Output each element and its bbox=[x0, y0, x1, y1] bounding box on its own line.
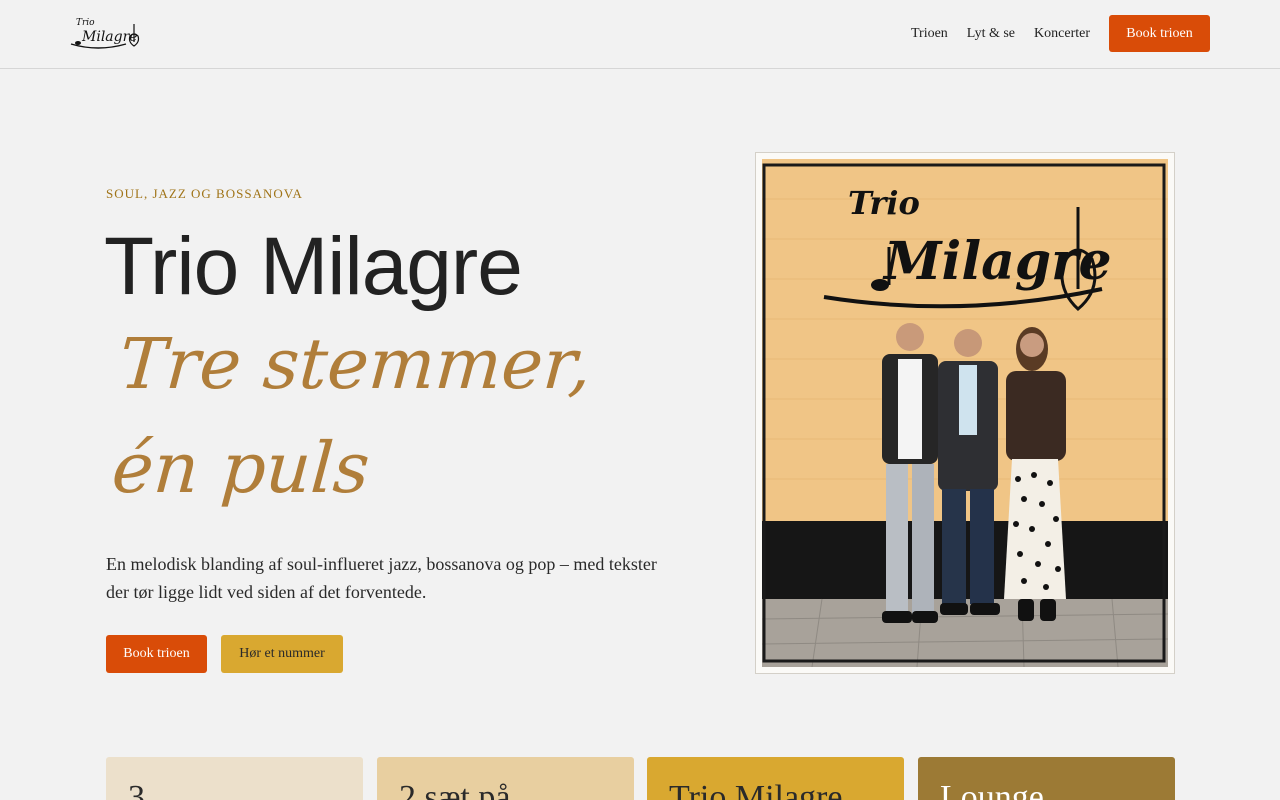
band-photo: Trio Milagre bbox=[762, 159, 1168, 667]
feature-cards: 3 2 sæt på Trio Milagre Lounge bbox=[106, 757, 1175, 800]
header-book-button[interactable]: Book trioen bbox=[1109, 15, 1210, 52]
nav-link-koncerter[interactable]: Koncerter bbox=[1034, 15, 1090, 52]
main-nav: Trioen Lyt & se Koncerter Book trioen bbox=[911, 15, 1210, 52]
hero-lead-text: En melodisk blanding af soul-influeret j… bbox=[106, 554, 657, 602]
photo-logo-trio: Trio bbox=[848, 184, 920, 222]
hero-tagline: Tre stemmer, én puls bbox=[109, 312, 644, 520]
listen-track-button[interactable]: Hør et nummer bbox=[221, 635, 343, 673]
nav-link-trioen[interactable]: Trioen bbox=[911, 15, 948, 52]
hero-tagline-line2: én puls bbox=[109, 427, 373, 509]
hero-tagline-line1: Tre stemmer, bbox=[116, 323, 595, 405]
feature-card-2[interactable]: 2 sæt på bbox=[377, 757, 634, 800]
hero-title: Trio Milagre bbox=[104, 221, 523, 312]
feature-card-4[interactable]: Lounge bbox=[918, 757, 1175, 800]
trio-milagre-logo[interactable]: Trio Milagre bbox=[68, 14, 142, 52]
feature-card-2-title: 2 sæt på bbox=[399, 779, 511, 800]
nav-link-lyt-se[interactable]: Lyt & se bbox=[967, 15, 1015, 52]
book-trio-button[interactable]: Book trioen bbox=[106, 635, 207, 673]
feature-card-3-title: Trio Milagre bbox=[669, 779, 843, 800]
feature-card-1[interactable]: 3 bbox=[106, 757, 363, 800]
site-header: Trio Milagre Trioen Lyt & se Koncerter B… bbox=[0, 0, 1280, 69]
hero-eyebrow: SOUL, JAZZ OG BOSSANOVA bbox=[106, 186, 303, 201]
feature-card-4-title: Lounge bbox=[940, 779, 1044, 800]
logo-trio-text: Trio bbox=[76, 18, 95, 28]
band-photo-frame: Trio Milagre bbox=[755, 152, 1175, 674]
feature-card-3[interactable]: Trio Milagre bbox=[647, 757, 904, 800]
logo-milagre-text: Milagre bbox=[81, 29, 138, 45]
feature-card-1-title: 3 bbox=[128, 779, 145, 800]
